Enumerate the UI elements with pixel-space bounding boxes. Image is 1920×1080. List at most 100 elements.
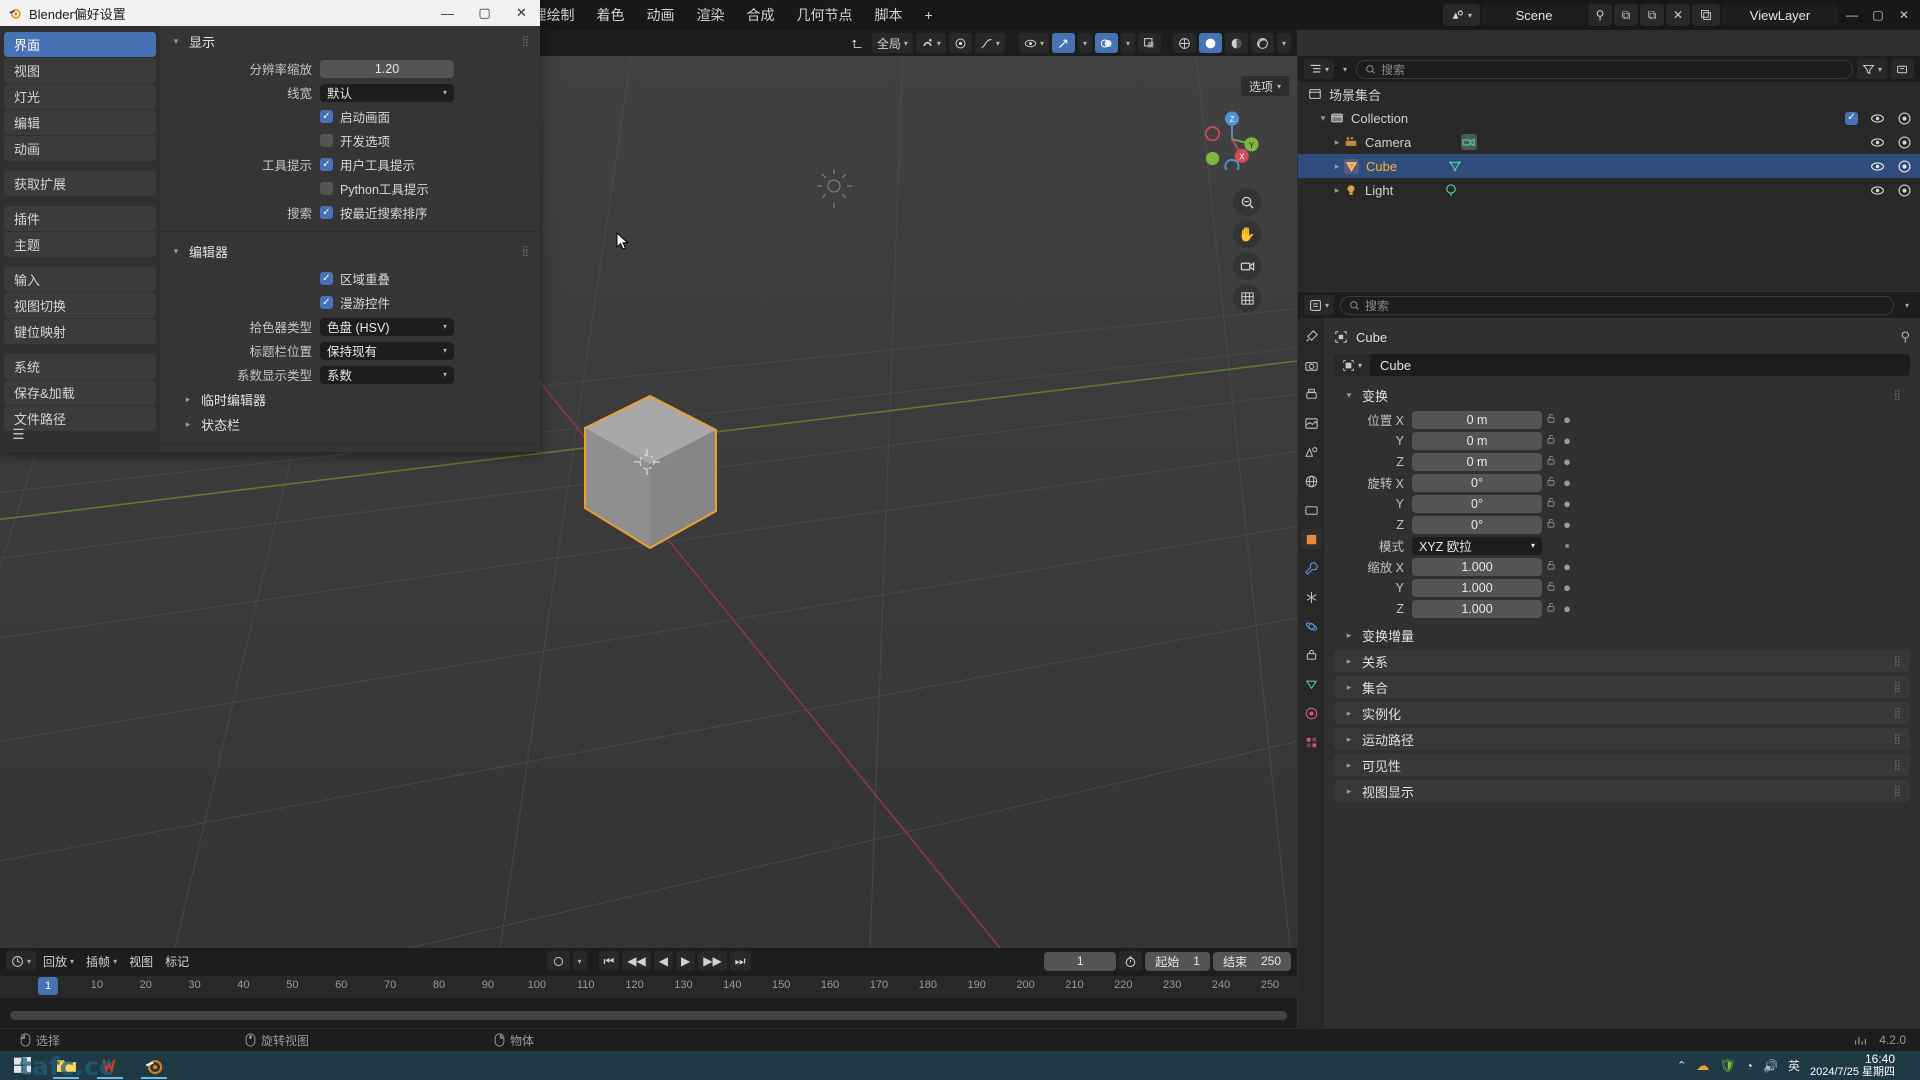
unlocked-icon[interactable] xyxy=(1542,559,1560,574)
pref-checkbox-row[interactable]: ✓ 按最近搜索排序 xyxy=(320,203,428,222)
timeline-icon[interactable]: ▾ xyxy=(6,951,37,971)
pref-nav-item-3-0[interactable]: 输入 xyxy=(4,267,156,292)
transform-value-field[interactable]: 0 m xyxy=(1412,410,1542,429)
drag-handle-icon[interactable]: ⣿ xyxy=(1894,760,1902,771)
checkbox-checked[interactable]: ✓ xyxy=(320,158,333,171)
ws-tab-shading[interactable]: 着色 xyxy=(585,0,635,30)
outliner-row-camera[interactable]: ▸ Camera xyxy=(1298,130,1920,154)
eye-icon[interactable] xyxy=(1870,135,1885,150)
modifiers-tab[interactable] xyxy=(1301,558,1321,578)
shading-rendered-icon[interactable] xyxy=(1250,33,1274,53)
camera-render-icon[interactable] xyxy=(1897,159,1912,174)
object-datablock-icon[interactable]: ▾ xyxy=(1334,354,1370,376)
animate-property-icon[interactable]: ● xyxy=(1560,517,1574,532)
object-name-field[interactable]: ▾ Cube xyxy=(1334,354,1910,376)
shading-dropdown[interactable]: ▾ xyxy=(1276,33,1291,53)
transform-value-field[interactable]: 0° xyxy=(1412,473,1542,492)
pref-nav-item-0-1[interactable]: 视图 xyxy=(4,58,156,83)
shading-solid-icon[interactable] xyxy=(1198,33,1222,53)
add-workspace-button[interactable]: + xyxy=(913,0,943,30)
viewlayer-selector[interactable] xyxy=(1692,4,1720,26)
panel-transform-header[interactable]: ▾ 变换 ⣿ xyxy=(1334,384,1910,406)
checkbox-checked[interactable]: ✓ xyxy=(320,272,333,285)
pref-dropdown[interactable]: 色盘 (HSV) ▾ xyxy=(320,317,454,336)
animate-property-icon[interactable]: ● xyxy=(1560,454,1574,469)
animate-property-icon[interactable]: ▪ xyxy=(1560,538,1574,553)
panel-5-header[interactable]: ▸ 视图显示 ⣿ xyxy=(1334,780,1910,802)
unlocked-icon[interactable] xyxy=(1542,475,1560,490)
render-tab[interactable] xyxy=(1301,355,1321,375)
drag-handle-icon[interactable]: ⣿ xyxy=(522,36,530,47)
window-maximize-button[interactable]: ▢ xyxy=(1866,4,1890,26)
network-icon[interactable]: ◔ xyxy=(1746,1059,1753,1073)
transform-value-field[interactable]: 0° xyxy=(1412,515,1542,534)
preferences-minimize-button[interactable]: — xyxy=(429,0,466,26)
chevron-right-icon[interactable]: ▸ xyxy=(1330,137,1344,148)
transform-value-field[interactable]: 1.000 xyxy=(1412,578,1542,597)
pref-checkbox-row[interactable]: ✓ 启动画面 xyxy=(320,107,390,126)
pref-nav-item-4-1[interactable]: 保存&加载 xyxy=(4,380,156,405)
pref-section-header-1[interactable]: ▾ 编辑器 ⣿ xyxy=(160,240,540,262)
play-icon[interactable]: ▶ xyxy=(676,951,696,971)
camera-render-icon[interactable] xyxy=(1897,183,1912,198)
pref-nav-item-0-0[interactable]: 界面 xyxy=(4,32,156,57)
chevron-down-icon[interactable]: ▾ xyxy=(1316,113,1330,124)
gizmo-icon[interactable] xyxy=(1051,33,1075,53)
unlocked-icon[interactable] xyxy=(1542,601,1560,616)
preferences-close-button[interactable]: ✕ xyxy=(503,0,540,26)
copy-scene-icon[interactable]: ⧉ xyxy=(1640,4,1664,26)
panel-4-header[interactable]: ▸ 可见性 ⣿ xyxy=(1334,754,1910,776)
overlays-icon[interactable] xyxy=(1094,33,1118,53)
output-tab[interactable] xyxy=(1301,384,1321,404)
current-frame-field[interactable]: 1 xyxy=(1044,951,1117,971)
ws-tab-rendering[interactable]: 渲染 xyxy=(685,0,735,30)
properties-icon[interactable]: ▾ xyxy=(1304,295,1335,315)
camera-render-icon[interactable] xyxy=(1897,111,1912,126)
pref-nav-item-4-2[interactable]: 文件路径 xyxy=(4,406,156,431)
next-keyframe-icon[interactable]: ▶▶ xyxy=(698,951,727,971)
navigation-gizmo[interactable]: Z Y X xyxy=(1201,108,1263,170)
timeline-ruler[interactable]: 10 20 30 40 50 60 70 80 90 100 110 120 130 140 150 160 1… xyxy=(0,976,1297,998)
tl-menu-keying[interactable]: 插帧 ▾ xyxy=(81,951,122,971)
stopwatch-icon[interactable] xyxy=(1119,951,1143,971)
pref-nav-item-3-2[interactable]: 键位映射 xyxy=(4,319,156,344)
tl-menu-playback[interactable]: 回放 ▾ xyxy=(38,951,79,971)
world-tab[interactable] xyxy=(1301,471,1321,491)
xray-icon[interactable] xyxy=(1137,33,1161,53)
play-reverse-icon[interactable]: ◀ xyxy=(653,951,674,971)
texture-tab[interactable] xyxy=(1301,732,1321,752)
unlocked-icon[interactable] xyxy=(1542,517,1560,532)
animate-property-icon[interactable]: ● xyxy=(1560,475,1574,490)
viewport-options-dropdown[interactable]: 选项 ▾ xyxy=(1240,76,1289,96)
viewlayer-name-field[interactable]: ViewLayer xyxy=(1722,4,1838,26)
transform-value-field[interactable]: 1.000 xyxy=(1412,557,1542,576)
pref-dropdown[interactable]: 默认 ▾ xyxy=(320,83,454,102)
particles-tab[interactable] xyxy=(1301,587,1321,607)
chevron-right-icon[interactable]: ▸ xyxy=(1330,161,1344,172)
pref-nav-item-2-0[interactable]: 插件 xyxy=(4,206,156,231)
eye-icon[interactable] xyxy=(1870,159,1885,174)
scene-selector[interactable]: ▾ xyxy=(1442,4,1480,26)
hamburger-icon[interactable]: ☰ xyxy=(12,426,25,443)
show-desktop-button[interactable] xyxy=(1905,1059,1910,1073)
filter-icon[interactable]: ▾ xyxy=(1856,59,1887,79)
unlocked-icon[interactable] xyxy=(1542,580,1560,595)
checkbox-checked[interactable]: ✓ xyxy=(320,296,333,309)
camera-icon[interactable] xyxy=(1233,252,1261,280)
properties-options-dropdown[interactable]: ▾ xyxy=(1900,295,1914,315)
outliner-icon[interactable]: ▾ xyxy=(1304,59,1335,79)
blender-icon[interactable] xyxy=(132,1051,176,1080)
panel-3-header[interactable]: ▸ 运动路径 ⣿ xyxy=(1334,728,1910,750)
frame-range[interactable]: 起始 1 xyxy=(1145,951,1210,971)
snap-icon[interactable]: ▾ xyxy=(915,33,946,53)
window-minimize-button[interactable]: — xyxy=(1840,4,1864,26)
falloff-curve-icon[interactable]: ▾ xyxy=(974,33,1005,53)
drag-handle-icon[interactable]: ⣿ xyxy=(1894,786,1902,797)
overlays-dropdown[interactable]: ▾ xyxy=(1120,33,1135,53)
pref-checkbox-row[interactable]: Python工具提示 xyxy=(320,179,429,198)
shading-wireframe-icon[interactable] xyxy=(1172,33,1196,53)
hand-icon[interactable]: ✋ xyxy=(1233,220,1261,248)
checkbox-checked[interactable]: ✓ xyxy=(320,110,333,123)
collection-tab[interactable] xyxy=(1301,500,1321,520)
pref-nav-item-2-1[interactable]: 主题 xyxy=(4,232,156,257)
